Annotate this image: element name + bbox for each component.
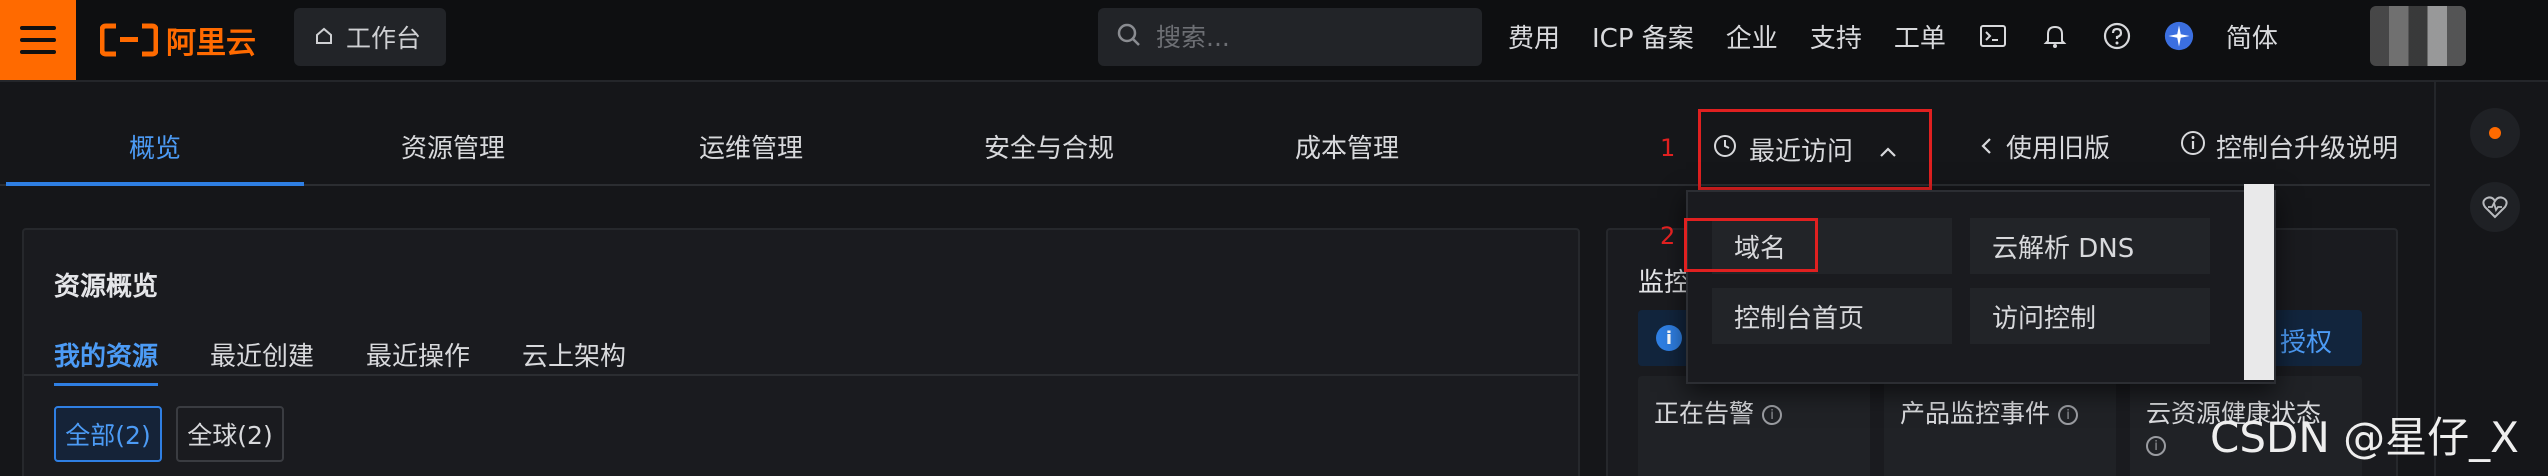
resource-overview-title: 资源概览	[54, 272, 159, 302]
language-switch[interactable]: 简体	[2226, 18, 2278, 55]
resource-subtabs: 我的资源 最近创建 最近操作 云上架构	[54, 336, 626, 386]
tab-overview[interactable]: 概览	[6, 108, 304, 186]
watermark: CSDN @星仔_X	[2210, 413, 2519, 462]
recent-item-console-home[interactable]: 控制台首页	[1712, 288, 1952, 344]
nav-support[interactable]: 支持	[1810, 18, 1862, 55]
health-icon[interactable]	[2470, 182, 2520, 232]
resource-overview-panel: 资源概览 我的资源 最近创建 最近操作 云上架构 全部(2) 全球(2)	[22, 228, 1580, 476]
help-small-icon: i	[2146, 436, 2166, 456]
recent-visits-button[interactable]: 最近访问	[1698, 109, 1932, 190]
annotation-2: 2	[1660, 222, 1676, 250]
search-input[interactable]	[1156, 22, 1456, 52]
tab-resource-management[interactable]: 资源管理	[304, 108, 602, 184]
subtab-recent-operations[interactable]: 最近操作	[366, 336, 470, 386]
use-legacy-link[interactable]: 使用旧版	[1980, 128, 2110, 165]
terminal-icon[interactable]	[1978, 21, 2008, 51]
recent-item-access-control[interactable]: 访问控制	[1970, 288, 2210, 344]
nav-ticket[interactable]: 工单	[1894, 18, 1946, 55]
chevron-up-icon	[1879, 135, 1897, 165]
avatar[interactable]	[2370, 6, 2466, 66]
help-icon[interactable]	[2102, 21, 2132, 51]
nav-icp[interactable]: ICP 备案	[1592, 18, 1694, 55]
authorize-link[interactable]: 授权	[2280, 322, 2332, 359]
help-small-icon: i	[1762, 405, 1783, 425]
recent-item-dns[interactable]: 云解析 DNS	[1970, 218, 2210, 274]
use-legacy-label: 使用旧版	[2006, 134, 2111, 164]
tab-cost-management[interactable]: 成本管理	[1198, 108, 1496, 184]
upgrade-notes-link[interactable]: 控制台升级说明	[2180, 128, 2398, 165]
subtab-cloud-architecture[interactable]: 云上架构	[522, 336, 626, 386]
recent-visits-label: 最近访问	[1749, 137, 1854, 167]
product-events-card[interactable]: 产品监控事件 i	[1884, 376, 2116, 476]
home-icon	[314, 23, 334, 52]
top-nav: 费用 ICP 备案 企业 支持 工单 简体	[1508, 0, 2278, 72]
divider	[24, 374, 1578, 376]
alerting-label: 正在告警	[1654, 399, 1755, 428]
tab-security-compliance[interactable]: 安全与合规	[900, 108, 1198, 184]
upgrade-notes-label: 控制台升级说明	[2216, 134, 2399, 164]
annotation-1: 1	[1660, 134, 1676, 162]
monitor-title: 监控	[1638, 268, 1691, 298]
subtab-recent-created[interactable]: 最近创建	[210, 336, 314, 386]
chevron-left-icon	[1980, 132, 1992, 162]
aliyun-logo[interactable]: 阿里云	[100, 18, 256, 62]
help-small-icon: i	[2058, 405, 2079, 425]
annotation-highlight-box	[1684, 218, 1818, 272]
top-bar: 阿里云 工作台 费用 ICP 备案 企业 支持 工单 简体	[0, 0, 2548, 82]
dropdown-scrollbar[interactable]	[2244, 184, 2274, 380]
tab-ops-management[interactable]: 运维管理	[602, 108, 900, 184]
filter-global-chip[interactable]: 全球(2)	[176, 406, 284, 462]
filter-all-chip[interactable]: 全部(2)	[54, 406, 162, 462]
alerting-card[interactable]: 正在告警 i	[1638, 376, 1870, 476]
nav-billing[interactable]: 费用	[1508, 18, 1560, 55]
bell-icon[interactable]	[2040, 21, 2070, 51]
workbench-label: 工作台	[346, 24, 422, 53]
ai-assistant-icon[interactable]	[2164, 21, 2194, 51]
menu-icon[interactable]	[0, 0, 76, 80]
search-box[interactable]	[1098, 8, 1482, 66]
workbench-button[interactable]: 工作台	[294, 8, 446, 66]
logo-text: 阿里云	[166, 26, 256, 61]
info-icon	[2180, 130, 2206, 163]
nav-enterprise[interactable]: 企业	[1726, 18, 1778, 55]
aliyun-logo-icon	[100, 23, 158, 57]
notification-dot-icon[interactable]	[2470, 108, 2520, 158]
subtab-my-resources[interactable]: 我的资源	[54, 336, 159, 386]
info-filled-icon: i	[1656, 325, 1682, 351]
clock-icon	[1713, 134, 1737, 165]
search-icon	[1116, 22, 1142, 52]
product-events-label: 产品监控事件	[1900, 399, 2051, 428]
